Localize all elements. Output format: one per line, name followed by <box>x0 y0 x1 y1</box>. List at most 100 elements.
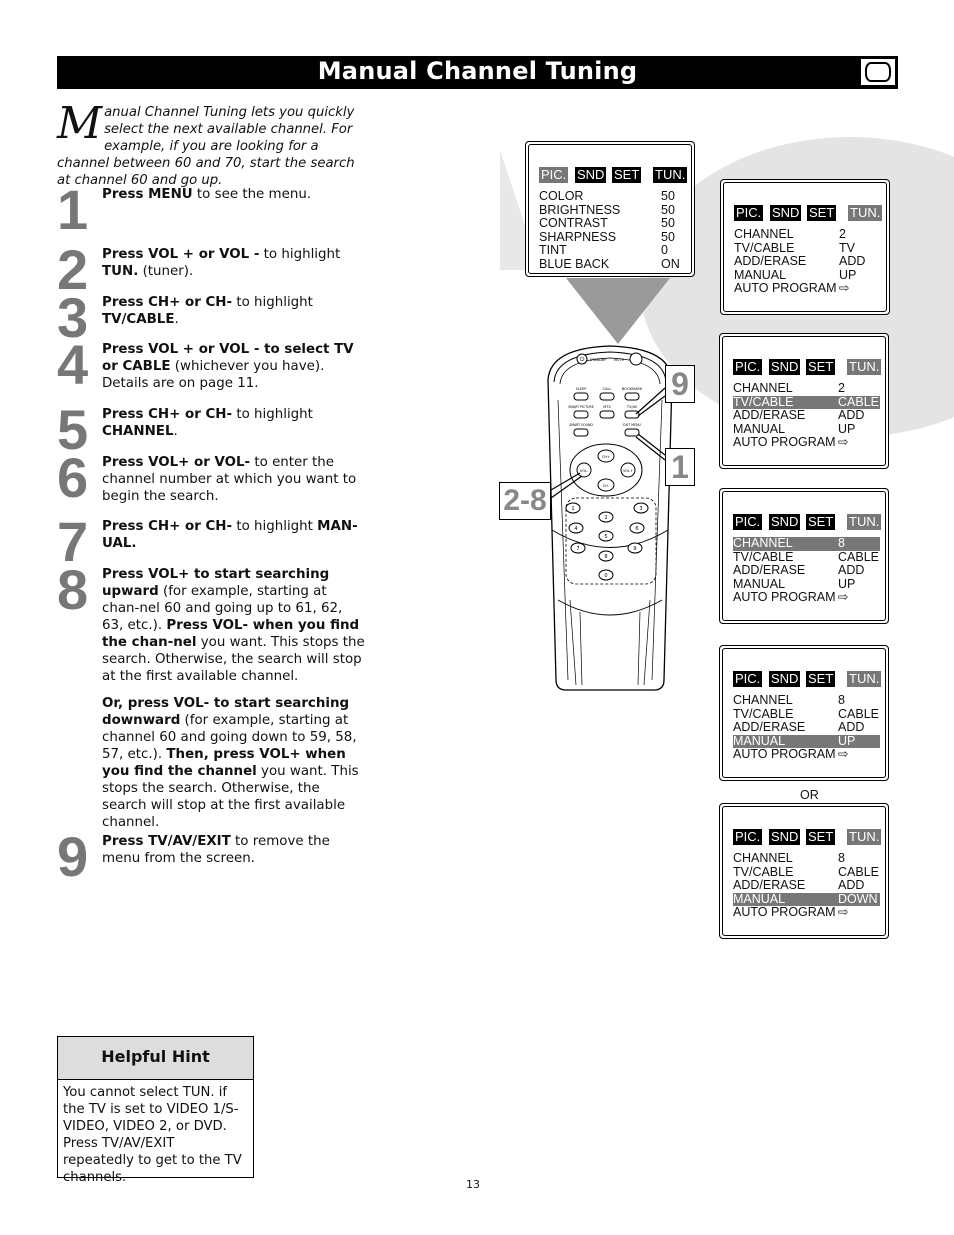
step-text: Press VOL + or VOL - to select TV or CAB… <box>102 342 354 391</box>
step-number: 9 <box>57 825 89 888</box>
digit-button-7[interactable]: 7 <box>570 542 586 554</box>
osd-row-label: MANUAL <box>733 576 786 591</box>
osd-tab: PIC. <box>734 205 764 221</box>
osd-row-value: ⇨ <box>838 435 849 449</box>
helpful-hint-box: Helpful Hint You cannot select TUN. if t… <box>57 1036 254 1185</box>
svg-text:9: 9 <box>633 546 636 552</box>
osd-row-label: TV/CABLE <box>733 549 794 564</box>
osd-row-value: 50 <box>661 202 675 217</box>
osd-screen-3: PIC. SND SET TUN. CHANNEL 2 TV/CABLE CABLE ADD/E… <box>719 333 889 469</box>
osd-row-label: MANUAL <box>733 891 786 906</box>
osd-row: CHANNEL 8 <box>733 536 880 551</box>
step-number: 6 <box>57 446 89 509</box>
tv-icon <box>860 58 896 86</box>
osd-row: TINT 0 <box>539 243 686 258</box>
osd-row-value: UP <box>838 576 856 591</box>
osd-row-value: 2 <box>838 381 845 395</box>
osd-row: CHANNEL 8 <box>733 693 880 708</box>
osd-row-value: UP <box>838 733 856 748</box>
osd-tab-bar: PIC. SND SET TUN. <box>539 167 688 183</box>
osd-row-label: SHARPNESS <box>539 229 617 244</box>
hint-text: You cannot select TUN. if the TV is set … <box>63 1085 242 1185</box>
osd-tab-bar: PIC. SND SET TUN. <box>734 205 883 221</box>
osd-row-value: ADD <box>838 878 865 892</box>
osd-row: MANUAL UP <box>733 733 880 748</box>
osd-row: BRIGHTNESS 50 <box>539 202 686 218</box>
osd-row-value: ADD <box>838 408 865 422</box>
svg-text:0: 0 <box>604 573 607 579</box>
osd-row-value: 50 <box>661 216 675 230</box>
osd-row-value: ON <box>661 256 680 271</box>
intro-paragraph: Manual Channel Tuning lets you quickly s… <box>57 98 367 189</box>
osd-row-label: BLUE BACK <box>539 256 610 271</box>
osd-row: AUTO PROGRAM ⇨ <box>733 747 880 762</box>
osd-row-value: 8 <box>838 536 845 550</box>
osd-row-value: 8 <box>838 851 845 865</box>
osd-tab: TUN. <box>653 167 688 183</box>
osd-row: SHARPNESS 50 <box>539 229 686 245</box>
osd-row-label: ADD/ERASE <box>733 563 806 577</box>
osd-tab: PIC. <box>539 167 569 183</box>
svg-text:8: 8 <box>604 554 607 560</box>
osd-screen-6: PIC. SND SET TUN. CHANNEL 8 TV/CABLE CABLE ADD/E… <box>719 803 889 939</box>
osd-row: MANUAL UP <box>733 576 880 592</box>
step-number: 4 <box>57 333 89 396</box>
remote-beam-cone <box>566 278 670 344</box>
osd-rows: CHANNEL 8 TV/CABLE CABLE ADD/ERASE ADD MANUAL D… <box>733 851 880 920</box>
osd-tab: TUN. <box>847 671 882 687</box>
osd-tab: PIC. <box>733 359 763 375</box>
osd-tab: TUN. <box>847 359 882 375</box>
osd-row: TV/CABLE CABLE <box>733 865 880 880</box>
osd-row: CHANNEL 2 <box>734 227 881 242</box>
osd-row-label: AUTO PROGRAM <box>733 435 836 449</box>
osd-tab: SND <box>769 829 801 845</box>
osd-row-label: AUTO PROGRAM <box>733 747 836 761</box>
osd-screen-5: PIC. SND SET TUN. CHANNEL 8 TV/CABLE CABLE ADD/E… <box>719 645 889 781</box>
osd-row-value: UP <box>839 267 857 282</box>
osd-row: ADD/ERASE ADD <box>733 878 880 893</box>
osd-row-label: MANUAL <box>734 267 787 282</box>
osd-row-label: AUTO PROGRAM <box>733 905 836 919</box>
digit-button-9[interactable]: 9 <box>627 542 643 554</box>
osd-screen-4: PIC. SND SET TUN. CHANNEL 8 TV/CABLE CABLE ADD/E… <box>719 488 889 624</box>
osd-row: MANUAL UP <box>734 267 881 283</box>
osd-rows: CHANNEL 2 TV/CABLE TV ADD/ERASE ADD MANUAL UP AU… <box>734 227 881 296</box>
osd-tab: PIC. <box>733 829 763 845</box>
osd-row: ADD/ERASE ADD <box>733 408 880 423</box>
osd-tab-bar: PIC. SND SET TUN. <box>733 671 882 687</box>
osd-row: COLOR 50 <box>539 189 686 204</box>
osd-row: MANUAL UP <box>733 421 880 437</box>
osd-row-value: ADD <box>839 254 866 268</box>
osd-tab: PIC. <box>733 671 763 687</box>
osd-row: CHANNEL 8 <box>733 851 880 866</box>
osd-tab: SND <box>769 359 801 375</box>
osd-row-label: MANUAL <box>733 421 786 436</box>
osd-row: TV/CABLE CABLE <box>733 707 880 722</box>
osd-row: AUTO PROGRAM ⇨ <box>733 905 880 920</box>
digit-button-8[interactable]: 8 <box>598 550 614 562</box>
osd-row-label: BRIGHTNESS <box>539 202 621 217</box>
osd-tab-bar: PIC. SND SET TUN. <box>733 514 882 530</box>
osd-row-label: ADD/ERASE <box>733 720 806 734</box>
osd-tab: SND <box>575 167 607 183</box>
osd-tab: SET <box>806 514 836 530</box>
osd-row-label: CHANNEL <box>733 693 793 707</box>
osd-tab: SET <box>806 829 836 845</box>
osd-row-label: CHANNEL <box>733 851 793 865</box>
osd-row-label: ADD/ERASE <box>733 408 806 422</box>
drop-cap: M <box>57 98 103 149</box>
digit-button-0[interactable]: 0 <box>598 569 614 581</box>
osd-row-value: ⇨ <box>838 590 849 604</box>
osd-row-label: ADD/ERASE <box>733 878 806 892</box>
step-text: Press VOL+ or VOL- to enter the channel … <box>102 455 357 504</box>
step-number: 1 <box>57 178 89 241</box>
osd-row-value: CABLE <box>838 549 879 564</box>
step-text: Press CH+ or CH- to highlight MAN-UAL. <box>102 519 358 551</box>
page-number: 13 <box>466 1178 480 1191</box>
osd-row-label: COLOR <box>539 189 584 203</box>
page-title: Manual Channel Tuning <box>317 57 638 85</box>
step-text: Press VOL+ to start searching upward (fo… <box>102 567 365 830</box>
osd-row-label: CHANNEL <box>733 536 793 550</box>
osd-tab: SET <box>807 205 837 221</box>
osd-row: ADD/ERASE ADD <box>734 254 881 269</box>
